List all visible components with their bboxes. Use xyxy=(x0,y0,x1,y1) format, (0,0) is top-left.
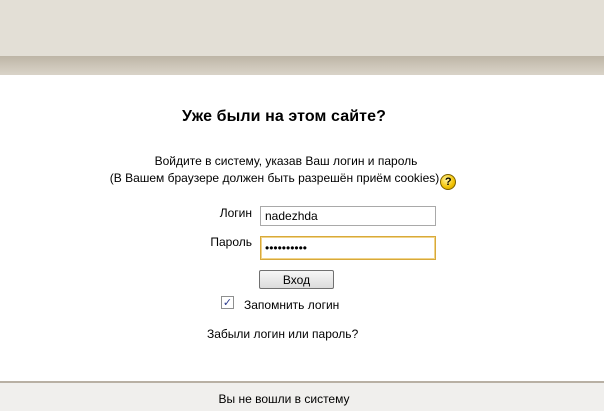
password-label: Пароль xyxy=(210,235,252,249)
forgot-password-link[interactable]: Забыли логин или пароль? xyxy=(207,327,358,341)
login-instructions: Войдите в систему, указав Ваш логин и па… xyxy=(154,154,418,168)
login-heading: Уже были на этом сайте? xyxy=(182,108,386,125)
username-field[interactable] xyxy=(260,206,436,226)
remember-label[interactable]: Запомнить логин xyxy=(244,298,339,312)
help-icon[interactable]: ? xyxy=(440,174,457,190)
header-shadow xyxy=(0,56,604,75)
cookies-note: (В Вашем браузере должен быть разрешён п… xyxy=(0,171,566,190)
checkmark-icon: ✓ xyxy=(222,296,233,309)
remember-checkbox[interactable]: ✓ xyxy=(221,296,234,309)
login-button[interactable]: Вход xyxy=(259,270,334,289)
cookies-note-text: (В Вашем браузере должен быть разрешён п… xyxy=(109,171,440,185)
header-band xyxy=(0,0,604,56)
username-label: Логин xyxy=(219,206,252,220)
login-status-text: Вы не вошли в систему xyxy=(218,392,350,406)
password-field[interactable] xyxy=(260,236,436,260)
